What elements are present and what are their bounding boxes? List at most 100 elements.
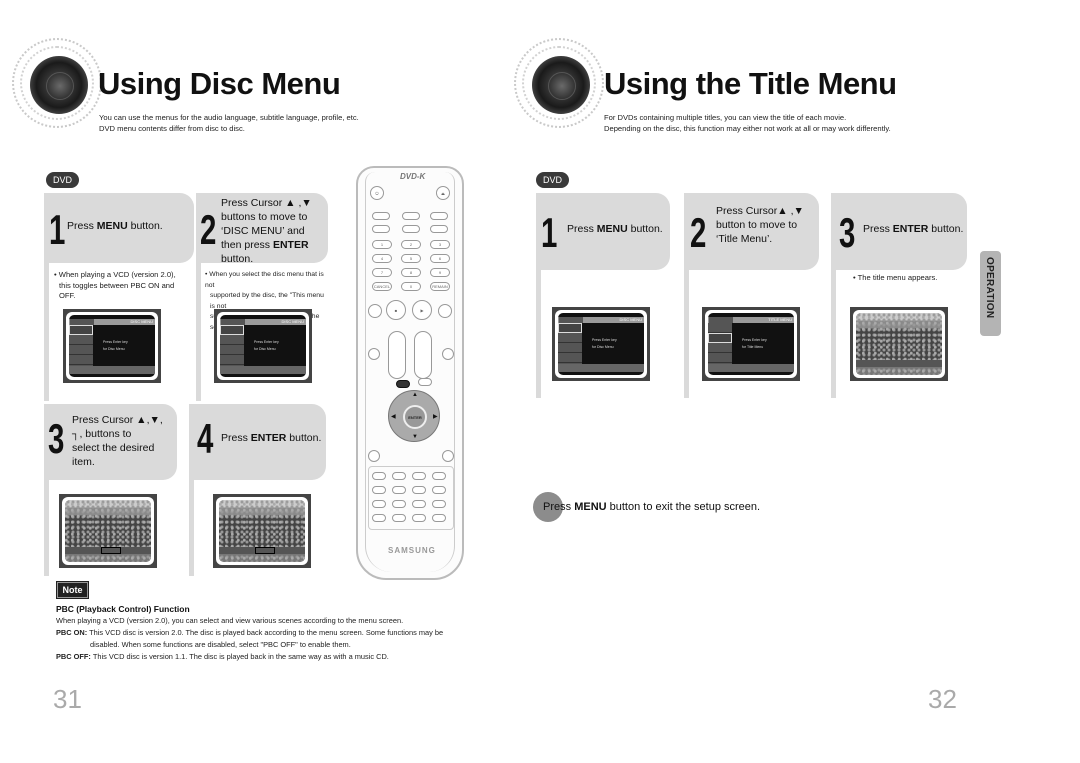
remote-button (372, 212, 390, 220)
arrow-left-icon: ◀ (391, 414, 396, 420)
step-1-title-menu: 1 Press MENU button. DISC MENU Press Ent… (536, 193, 670, 398)
volume-rocker (388, 331, 406, 379)
function-button (392, 472, 406, 480)
tv-screen-crowd (213, 494, 311, 568)
step-text: Press MENU button. (567, 223, 663, 235)
note-body: When playing a VCD (version 2.0), you ca… (56, 616, 444, 661)
step-number: 3 (839, 209, 855, 256)
function-button (432, 500, 446, 508)
tv-screen-crowd (850, 307, 948, 381)
eject-button-icon: ⏏ (436, 186, 450, 200)
function-button (372, 514, 386, 522)
step-1-disc-menu: 1 Press MENU button. • When playing a VC… (44, 193, 194, 408)
remote-control-illustration: DVD-K ⏻ ⏏ 1 2 3 4 5 6 7 8 9 CANCEL 0 REMAIN ■ ▶ ▲ ▼… (356, 166, 464, 580)
keypad-button: 3 (430, 240, 450, 249)
keypad-button: 7 (372, 268, 392, 277)
function-button (372, 500, 386, 508)
step-3-disc-menu: 3 Press Cursor ▲,▼, ┐, buttons to select… (44, 404, 177, 576)
step-2-title-menu: 2 Press Cursor▲ ,▼ button to move to ‘Ti… (684, 193, 819, 398)
note-heading: PBC (Playback Control) Function (56, 604, 190, 614)
function-button (372, 472, 386, 480)
tv-screen-disc-menu: DISC MENU Press Enter key for Disc Menu (63, 309, 161, 383)
step-number: 3 (48, 415, 64, 462)
remote-button (368, 348, 380, 360)
tuning-rocker (414, 331, 432, 379)
step-number: 2 (690, 209, 706, 256)
step-text: Press ENTER button. (863, 223, 964, 235)
step-number: 2 (200, 206, 216, 253)
page-title-left: Using Disc Menu (98, 66, 341, 101)
play-pause-icon: ▶ (412, 300, 432, 320)
remote-button (402, 225, 420, 233)
menu-button-highlight (396, 380, 410, 388)
step-note: • The title menu appears. (853, 273, 938, 282)
skip-back-icon (368, 304, 382, 318)
step-note: • When playing a VCD (version 2.0), this… (54, 270, 176, 300)
step-text: Press ENTER button. (221, 432, 322, 444)
keypad-button: CANCEL (372, 282, 392, 291)
tv-screen-disc-menu: DISC MENU Press Enter key for Disc Menu (214, 309, 312, 383)
function-button (432, 472, 446, 480)
remote-button (430, 212, 448, 220)
power-button-icon: ⏻ (370, 186, 384, 200)
navigation-dpad: ▲ ▼ ◀ ▶ ENTER (388, 390, 440, 442)
function-button (412, 472, 426, 480)
remote-button (418, 378, 432, 386)
step-text: Press MENU button. (67, 220, 163, 232)
remote-button (368, 450, 380, 462)
intro-line: DVD menu contents differ from disc to di… (99, 124, 245, 133)
tv-screen-disc-menu: DISC MENU Press Enter key for Disc Menu (552, 307, 650, 381)
intro-line: Depending on the disc, this function may… (604, 124, 891, 133)
remote-button (442, 348, 454, 360)
intro-line: For DVDs containing multiple titles, you… (604, 113, 847, 122)
function-button (412, 500, 426, 508)
step-number: 1 (541, 209, 557, 256)
step-text: Press Cursor ▲ ,▼ buttons to move to ‘DI… (221, 197, 312, 265)
function-button (412, 486, 426, 494)
dvd-badge-right: DVD (536, 172, 569, 188)
keypad-button: REMAIN (430, 282, 450, 291)
remote-button (372, 225, 390, 233)
stop-icon: ■ (386, 300, 406, 320)
keypad-button: 1 (372, 240, 392, 249)
keypad-button: 8 (401, 268, 421, 277)
function-button (392, 514, 406, 522)
arrow-right-icon: ▶ (433, 414, 438, 420)
function-button (392, 486, 406, 494)
intro-line: You can use the menus for the audio lang… (99, 113, 359, 122)
keypad-button: 5 (401, 254, 421, 263)
note-badge: Note (56, 581, 89, 599)
speaker-graphic (12, 38, 102, 128)
keypad-button: 2 (401, 240, 421, 249)
remote-button (442, 450, 454, 462)
page-number-left: 31 (53, 684, 82, 714)
page-number-right: 32 (928, 684, 957, 714)
remote-button (430, 225, 448, 233)
function-button (392, 500, 406, 508)
step-number: 1 (49, 206, 65, 253)
enter-button: ENTER (403, 405, 427, 429)
arrow-down-icon: ▼ (412, 434, 418, 440)
keypad-button: 9 (430, 268, 450, 277)
tv-screen-crowd (59, 494, 157, 568)
function-button (372, 486, 386, 494)
step-text: Press Cursor ▲,▼, ┐, buttons to select t… (72, 414, 163, 468)
function-button (432, 486, 446, 494)
keypad-button: 6 (430, 254, 450, 263)
speaker-graphic (514, 38, 604, 128)
skip-forward-icon (438, 304, 452, 318)
step-3-title-menu: 3 Press ENTER button. • The title menu a… (831, 193, 967, 398)
function-button (432, 514, 446, 522)
tv-screen-title-menu: TITLE MENU Press Enter key for Title Menu (702, 307, 800, 381)
keypad-button: 4 (372, 254, 392, 263)
dvd-badge-left: DVD (46, 172, 79, 188)
remote-logo: DVD-K (400, 172, 426, 181)
operation-section-tab: OPERATION (980, 251, 1001, 336)
keypad-button: 0 (401, 282, 421, 291)
step-2-disc-menu: 2 Press Cursor ▲ ,▼ buttons to move to ‘… (196, 193, 328, 408)
intro-left: You can use the menus for the audio lang… (99, 112, 359, 134)
page-title-right: Using the Title Menu (604, 66, 897, 101)
intro-right: For DVDs containing multiple titles, you… (604, 112, 891, 134)
step-text: Press Cursor▲ ,▼ button to move to ‘Titl… (716, 205, 804, 245)
step-4-disc-menu: 4 Press ENTER button. (189, 404, 326, 576)
